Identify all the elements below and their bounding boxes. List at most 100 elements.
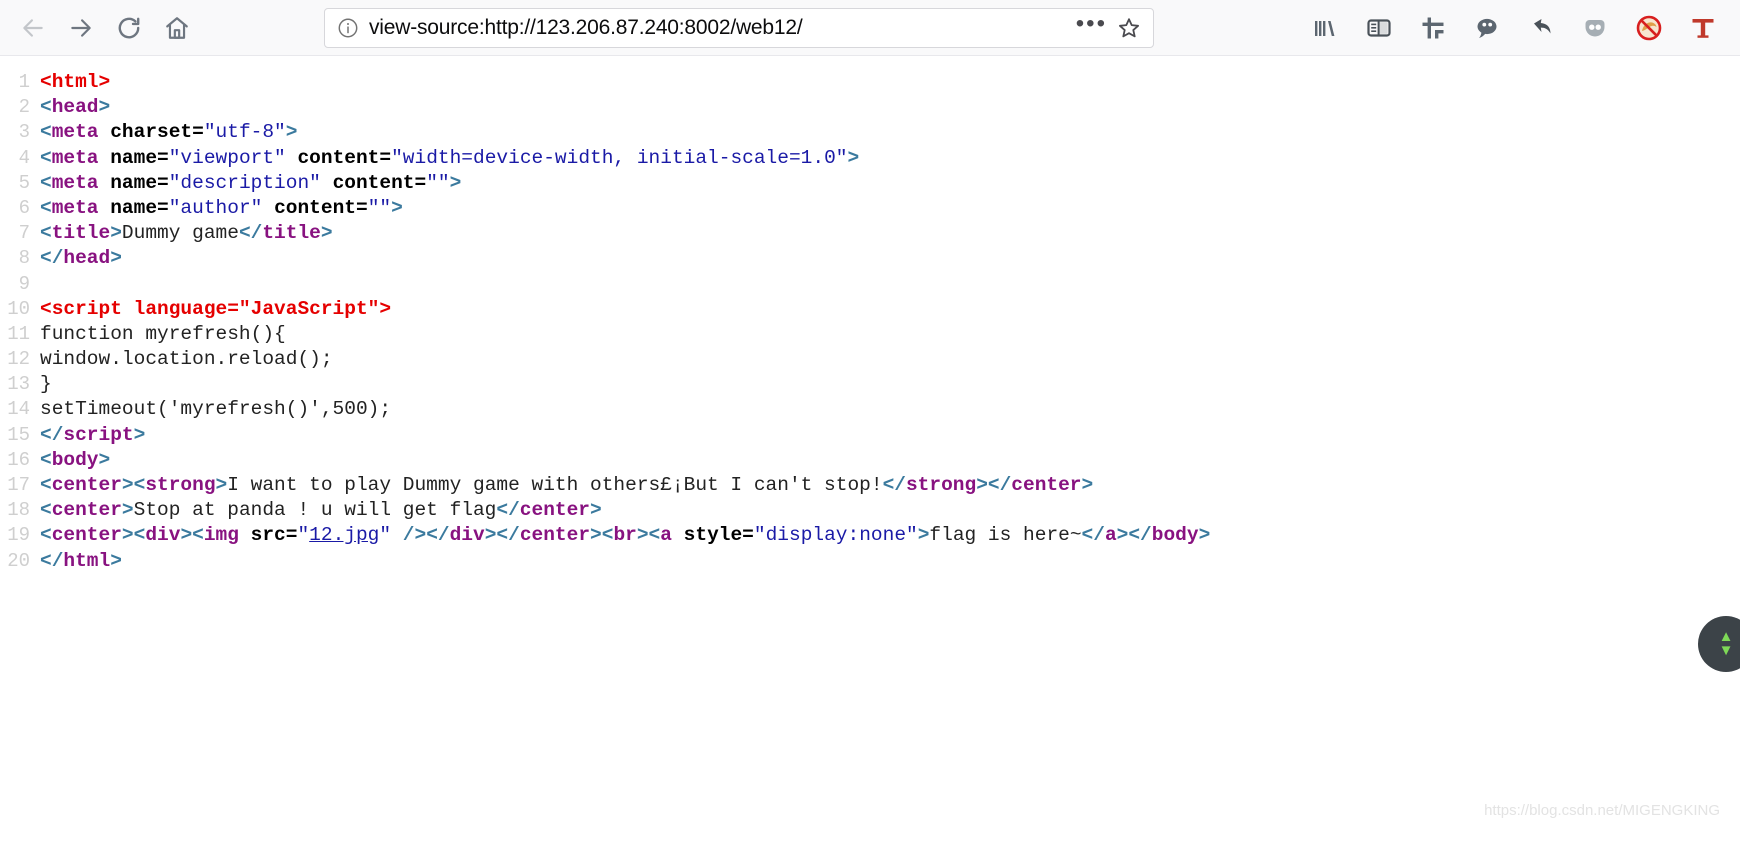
code-token: <html> <box>40 71 111 93</box>
forward-button[interactable] <box>62 9 100 47</box>
line-number: 3 <box>18 121 30 144</box>
line-content: <center><div><img src="12.jpg" /></div><… <box>30 523 1740 548</box>
source-link[interactable]: 12.jpg <box>309 524 379 546</box>
code-token: body <box>1151 524 1199 547</box>
line-number: 15 <box>7 423 30 446</box>
line-number: 4 <box>18 146 30 169</box>
code-token: > <box>215 474 228 496</box>
code-token: > <box>917 524 930 547</box>
text-t-icon[interactable] <box>1686 11 1720 45</box>
view-source-content: 1 <html> 2 <head> 3 <meta charset="utf-8"> 4 <m… <box>0 56 1740 841</box>
undo-arrow-icon[interactable] <box>1524 11 1558 45</box>
line-content: <center><strong>I want to play Dummy gam… <box>30 473 1740 498</box>
code-token: > <box>121 499 134 522</box>
code-line: 6 <meta name="author" content=""> <box>0 196 1740 221</box>
code-token: >< <box>636 524 661 547</box>
code-token: center <box>519 499 591 522</box>
code-token: </ <box>882 474 906 496</box>
forward-arrow-icon <box>71 18 91 37</box>
navigation-buttons <box>14 9 196 47</box>
code-token: setTimeout('myrefresh()',500); <box>40 398 392 421</box>
reload-button[interactable] <box>110 9 148 47</box>
code-token: <script language="JavaScript"> <box>40 297 392 320</box>
code-token: > <box>98 448 111 471</box>
code-token: < <box>40 222 52 245</box>
code-line: 3 <meta charset="utf-8"> <box>0 120 1740 145</box>
line-number: 13 <box>7 373 30 396</box>
code-token: "display:none" <box>753 524 918 547</box>
code-token: </ <box>238 222 263 245</box>
code-token: br <box>613 524 637 547</box>
code-token: meta <box>51 121 99 144</box>
scroll-to-top-widget[interactable]: ▲ ▼ <box>1698 616 1740 672</box>
code-token: ></ <box>1116 524 1152 547</box>
line-number: 6 <box>18 196 30 219</box>
code-line: 9 <box>0 272 1740 297</box>
code-token: function myrefresh(){ <box>40 322 286 345</box>
line-number: 5 <box>18 171 30 194</box>
code-line: 14 setTimeout('myrefresh()',500); <box>0 397 1740 422</box>
code-line: 15 </script> <box>0 423 1740 448</box>
code-line: 17 <center><strong>I want to play Dummy g… <box>0 473 1740 498</box>
code-token: >< <box>121 524 146 547</box>
code-line: 18 <center>Stop at panda ! u will get fla… <box>0 498 1740 523</box>
line-number: 12 <box>7 348 30 371</box>
code-token: ></ <box>484 524 520 547</box>
line-content: <center>Stop at panda ! u will get flag<… <box>30 498 1740 523</box>
code-token: strong <box>905 474 977 496</box>
url-input[interactable]: view-source:http://123.206.87.240:8002/w… <box>369 16 1066 40</box>
code-token: name= <box>110 171 169 194</box>
code-token: name= <box>110 196 169 219</box>
code-token: flag is here~ <box>929 524 1082 547</box>
info-circle-icon[interactable] <box>337 17 359 39</box>
home-button[interactable] <box>158 9 196 47</box>
address-bar[interactable]: view-source:http://123.206.87.240:8002/w… <box>324 7 1154 48</box>
code-token: "" <box>426 171 450 194</box>
reload-icon <box>118 17 140 38</box>
line-content: <meta charset="utf-8"> <box>30 120 1740 145</box>
code-token: meta <box>51 196 99 219</box>
code-token: head <box>63 247 111 270</box>
line-number: 9 <box>18 272 30 295</box>
library-icon[interactable] <box>1308 11 1342 45</box>
screenshot-crop-icon[interactable] <box>1416 11 1450 45</box>
line-content: function myrefresh(){ <box>30 322 1740 347</box>
code-token: > <box>285 121 298 144</box>
code-token: >< <box>121 474 146 496</box>
line-number: 20 <box>7 549 30 572</box>
sidebar-icon[interactable] <box>1362 11 1396 45</box>
code-token: /></ <box>402 524 450 547</box>
code-line: 12 window.location.reload(); <box>0 347 1740 372</box>
code-token: img <box>203 524 239 547</box>
code-line: 10 <script language="JavaScript"> <box>0 297 1740 322</box>
code-token: < <box>40 171 52 194</box>
line-content: setTimeout('myrefresh()',500); <box>30 397 1740 422</box>
code-token: html <box>63 549 111 572</box>
star-icon[interactable] <box>1117 16 1141 40</box>
line-content: window.location.reload(); <box>30 347 1740 372</box>
code-token: > <box>110 222 122 245</box>
page-actions-button[interactable]: ••• <box>1076 11 1107 44</box>
line-number: 16 <box>7 448 30 471</box>
code-token: I want to play Dummy game with others£¡B… <box>227 474 883 496</box>
code-token: content= <box>297 146 392 169</box>
chat-bubble-icon[interactable] <box>1470 11 1504 45</box>
code-line: 8 </head> <box>0 246 1740 271</box>
scroll-down-arrow-icon[interactable]: ▼ <box>1719 643 1734 658</box>
line-number: 1 <box>18 71 30 93</box>
code-token: div <box>449 524 485 547</box>
code-token: a <box>660 524 672 547</box>
line-number: 2 <box>18 96 30 119</box>
back-arrow-icon <box>23 18 43 37</box>
back-button[interactable] <box>14 9 52 47</box>
code-token: > <box>449 171 462 194</box>
adblock-disabled-icon[interactable] <box>1632 11 1666 45</box>
pocket-icon[interactable] <box>1578 11 1612 45</box>
code-token: style= <box>683 524 754 547</box>
code-token: > <box>1198 524 1211 547</box>
